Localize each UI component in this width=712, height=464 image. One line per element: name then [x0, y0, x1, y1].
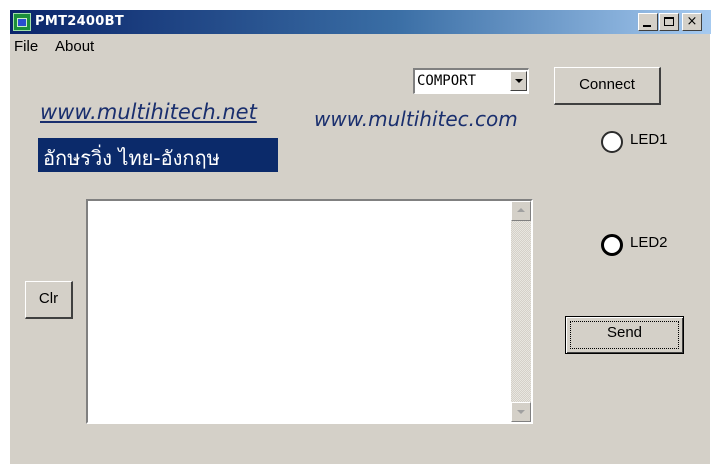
com-port-value: COMPORT — [417, 73, 477, 89]
com-port-select[interactable]: COMPORT — [413, 68, 529, 94]
vertical-scrollbar[interactable] — [511, 201, 531, 422]
send-button[interactable]: Send — [565, 316, 684, 354]
website-link-com[interactable]: www.multihitec.com — [314, 107, 518, 131]
window-title: PMT2400BT — [35, 14, 124, 29]
dropdown-button[interactable] — [510, 71, 527, 91]
maximize-icon — [664, 17, 674, 26]
led2-indicator — [601, 234, 623, 256]
app-icon[interactable] — [13, 13, 31, 31]
message-textarea[interactable] — [86, 199, 533, 424]
clear-button[interactable]: Clr — [25, 281, 73, 319]
thai-banner: อักษรวิ่ง ไทย-อังกฤษ — [38, 138, 278, 172]
close-icon: × — [686, 14, 698, 29]
scroll-down-button[interactable] — [511, 402, 531, 422]
close-button[interactable]: × — [682, 13, 702, 31]
menu-about[interactable]: About — [55, 38, 94, 55]
scroll-up-button[interactable] — [511, 201, 531, 221]
chevron-down-icon — [515, 79, 523, 83]
website-link-net[interactable]: www.multihitech.net — [40, 100, 257, 124]
maximize-button[interactable] — [659, 13, 679, 31]
led2-label: LED2 — [630, 234, 668, 251]
focus-rect — [570, 321, 679, 349]
led1-label: LED1 — [630, 131, 668, 148]
app-window: PMT2400BT × File About COMPORT Connect w… — [9, 9, 711, 464]
minimize-button[interactable] — [638, 13, 658, 31]
title-bar[interactable]: PMT2400BT × — [10, 10, 711, 34]
menu-file[interactable]: File — [14, 38, 38, 55]
minimize-icon — [643, 25, 651, 27]
arrow-down-icon — [517, 410, 525, 414]
connect-button[interactable]: Connect — [554, 67, 661, 105]
led1-indicator — [601, 131, 623, 153]
thai-banner-text: อักษรวิ่ง ไทย-อังกฤษ — [43, 146, 220, 170]
arrow-up-icon — [517, 208, 525, 212]
